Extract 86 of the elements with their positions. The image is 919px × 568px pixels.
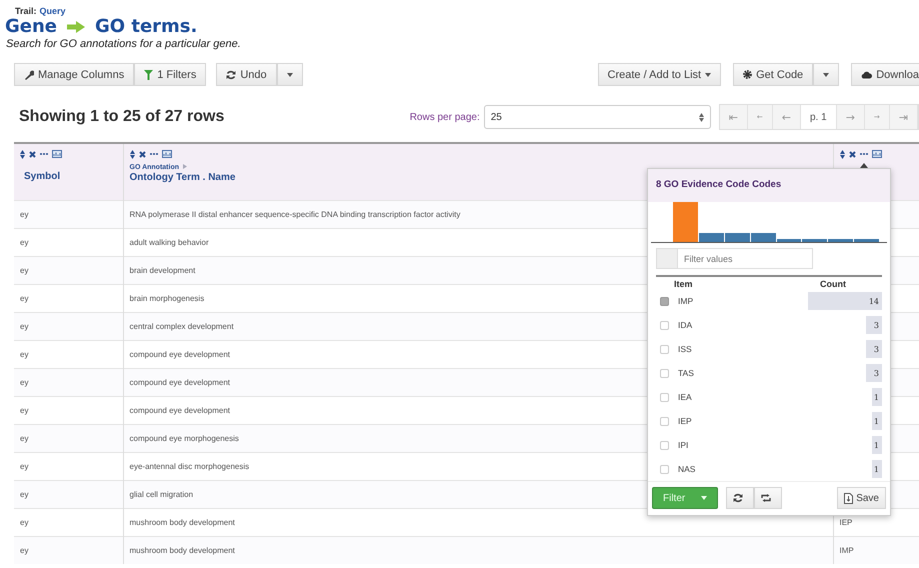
page-title: GO terms. xyxy=(95,16,198,37)
close-icon[interactable] xyxy=(138,150,146,158)
item-label: IPI xyxy=(678,440,688,450)
caret-icon xyxy=(705,72,712,76)
close-icon[interactable] xyxy=(848,150,856,158)
item-label: IDA xyxy=(678,320,692,330)
table-cell: IMP xyxy=(833,536,919,564)
item-label: IMP xyxy=(678,296,694,306)
checkbox[interactable] xyxy=(660,344,669,354)
checkbox[interactable] xyxy=(660,296,669,306)
rows-per-page-label: Rows per page: xyxy=(410,112,480,122)
toolbar-button[interactable]: Downloa xyxy=(851,63,919,86)
item-label: ISS xyxy=(678,344,692,354)
refresh-icon xyxy=(226,70,236,80)
trail-link[interactable]: Query xyxy=(40,6,66,16)
table-cell: ey xyxy=(14,368,123,396)
caret-icon xyxy=(823,72,830,76)
table-cell: ey xyxy=(14,340,123,368)
table-cell: ey xyxy=(14,200,123,228)
page-title: Gene xyxy=(5,16,58,37)
toolbar-button[interactable]: Create / Add to List xyxy=(598,63,722,86)
item-label: NAS xyxy=(678,464,696,474)
table-cell: ey xyxy=(14,256,123,284)
count-bar: 1 xyxy=(872,460,882,478)
row-count: Showing 1 to 25 of 27 rows xyxy=(18,108,226,126)
filter-addon xyxy=(656,248,678,269)
chart-icon[interactable] xyxy=(162,150,172,158)
undo-button[interactable]: Undo xyxy=(216,63,277,86)
checkbox[interactable] xyxy=(660,416,669,426)
chart-icon[interactable] xyxy=(52,150,62,158)
toolbar-button[interactable]: 1 Filters xyxy=(134,63,206,86)
checkbox[interactable] xyxy=(660,440,669,450)
count-bar: 3 xyxy=(866,316,882,334)
caret-icon xyxy=(701,496,708,500)
pointer-icon xyxy=(860,163,868,168)
item-label: TAS xyxy=(678,368,694,378)
popup-title: 8 GO Evidence Code Codes xyxy=(648,169,890,202)
file-icon xyxy=(844,492,854,504)
checkbox[interactable] xyxy=(660,368,669,378)
table-cell: ey xyxy=(14,480,123,508)
caret-icon xyxy=(286,72,293,76)
sort-icon[interactable] xyxy=(840,150,844,158)
save-button[interactable]: Save xyxy=(837,487,886,509)
table-cell: mushroom body development xyxy=(123,508,833,536)
trail-label: Trail: xyxy=(15,6,37,16)
count-bar: 14 xyxy=(808,292,882,310)
checkbox[interactable] xyxy=(660,320,669,330)
rows-per-page-select[interactable]: 25 xyxy=(484,105,711,129)
gear-icon xyxy=(743,70,752,79)
count-bar: 1 xyxy=(872,412,882,430)
funnel-icon xyxy=(144,70,154,80)
table-cell: ey xyxy=(14,228,123,256)
filter-field[interactable]: Filter values xyxy=(678,248,813,269)
count-bar: 3 xyxy=(866,340,882,358)
refresh-icon xyxy=(733,493,744,503)
table-cell: ey xyxy=(14,284,123,312)
table-cell: ey xyxy=(14,508,123,536)
close-icon[interactable] xyxy=(29,150,36,158)
checkbox[interactable] xyxy=(660,464,669,474)
toolbar-button[interactable]: Manage Columns xyxy=(14,63,134,86)
column-header[interactable]: Symbol xyxy=(20,171,116,182)
toolbar-button[interactable]: Get Code xyxy=(733,63,814,86)
cloud-icon xyxy=(861,70,872,79)
table-cell: ey xyxy=(14,536,123,564)
table-cell: ey xyxy=(14,452,123,480)
page-indicator[interactable]: p. 1 xyxy=(801,105,837,129)
count-bar: 1 xyxy=(872,388,882,406)
chart-icon[interactable] xyxy=(872,150,882,158)
table-cell: ey xyxy=(14,424,123,452)
count-bar: 1 xyxy=(872,436,882,454)
arrow-icon xyxy=(67,20,86,32)
table-cell: mushroom body development xyxy=(123,536,833,564)
item-label: IEP xyxy=(678,416,692,426)
chevron-icon xyxy=(183,164,188,169)
table-cell: ey xyxy=(14,312,123,340)
swap-button[interactable] xyxy=(754,487,782,509)
description: Search for GO annotations for a particular gene. xyxy=(6,38,242,50)
updown-icon xyxy=(698,112,704,122)
wrench-icon xyxy=(24,70,34,80)
sort-icon[interactable] xyxy=(20,150,25,158)
checkbox[interactable] xyxy=(660,392,669,402)
swap-icon xyxy=(761,494,772,502)
count-bar: 3 xyxy=(866,364,882,382)
sort-icon[interactable] xyxy=(130,150,134,158)
table-cell: ey xyxy=(14,396,123,424)
refresh-button[interactable] xyxy=(726,487,754,509)
